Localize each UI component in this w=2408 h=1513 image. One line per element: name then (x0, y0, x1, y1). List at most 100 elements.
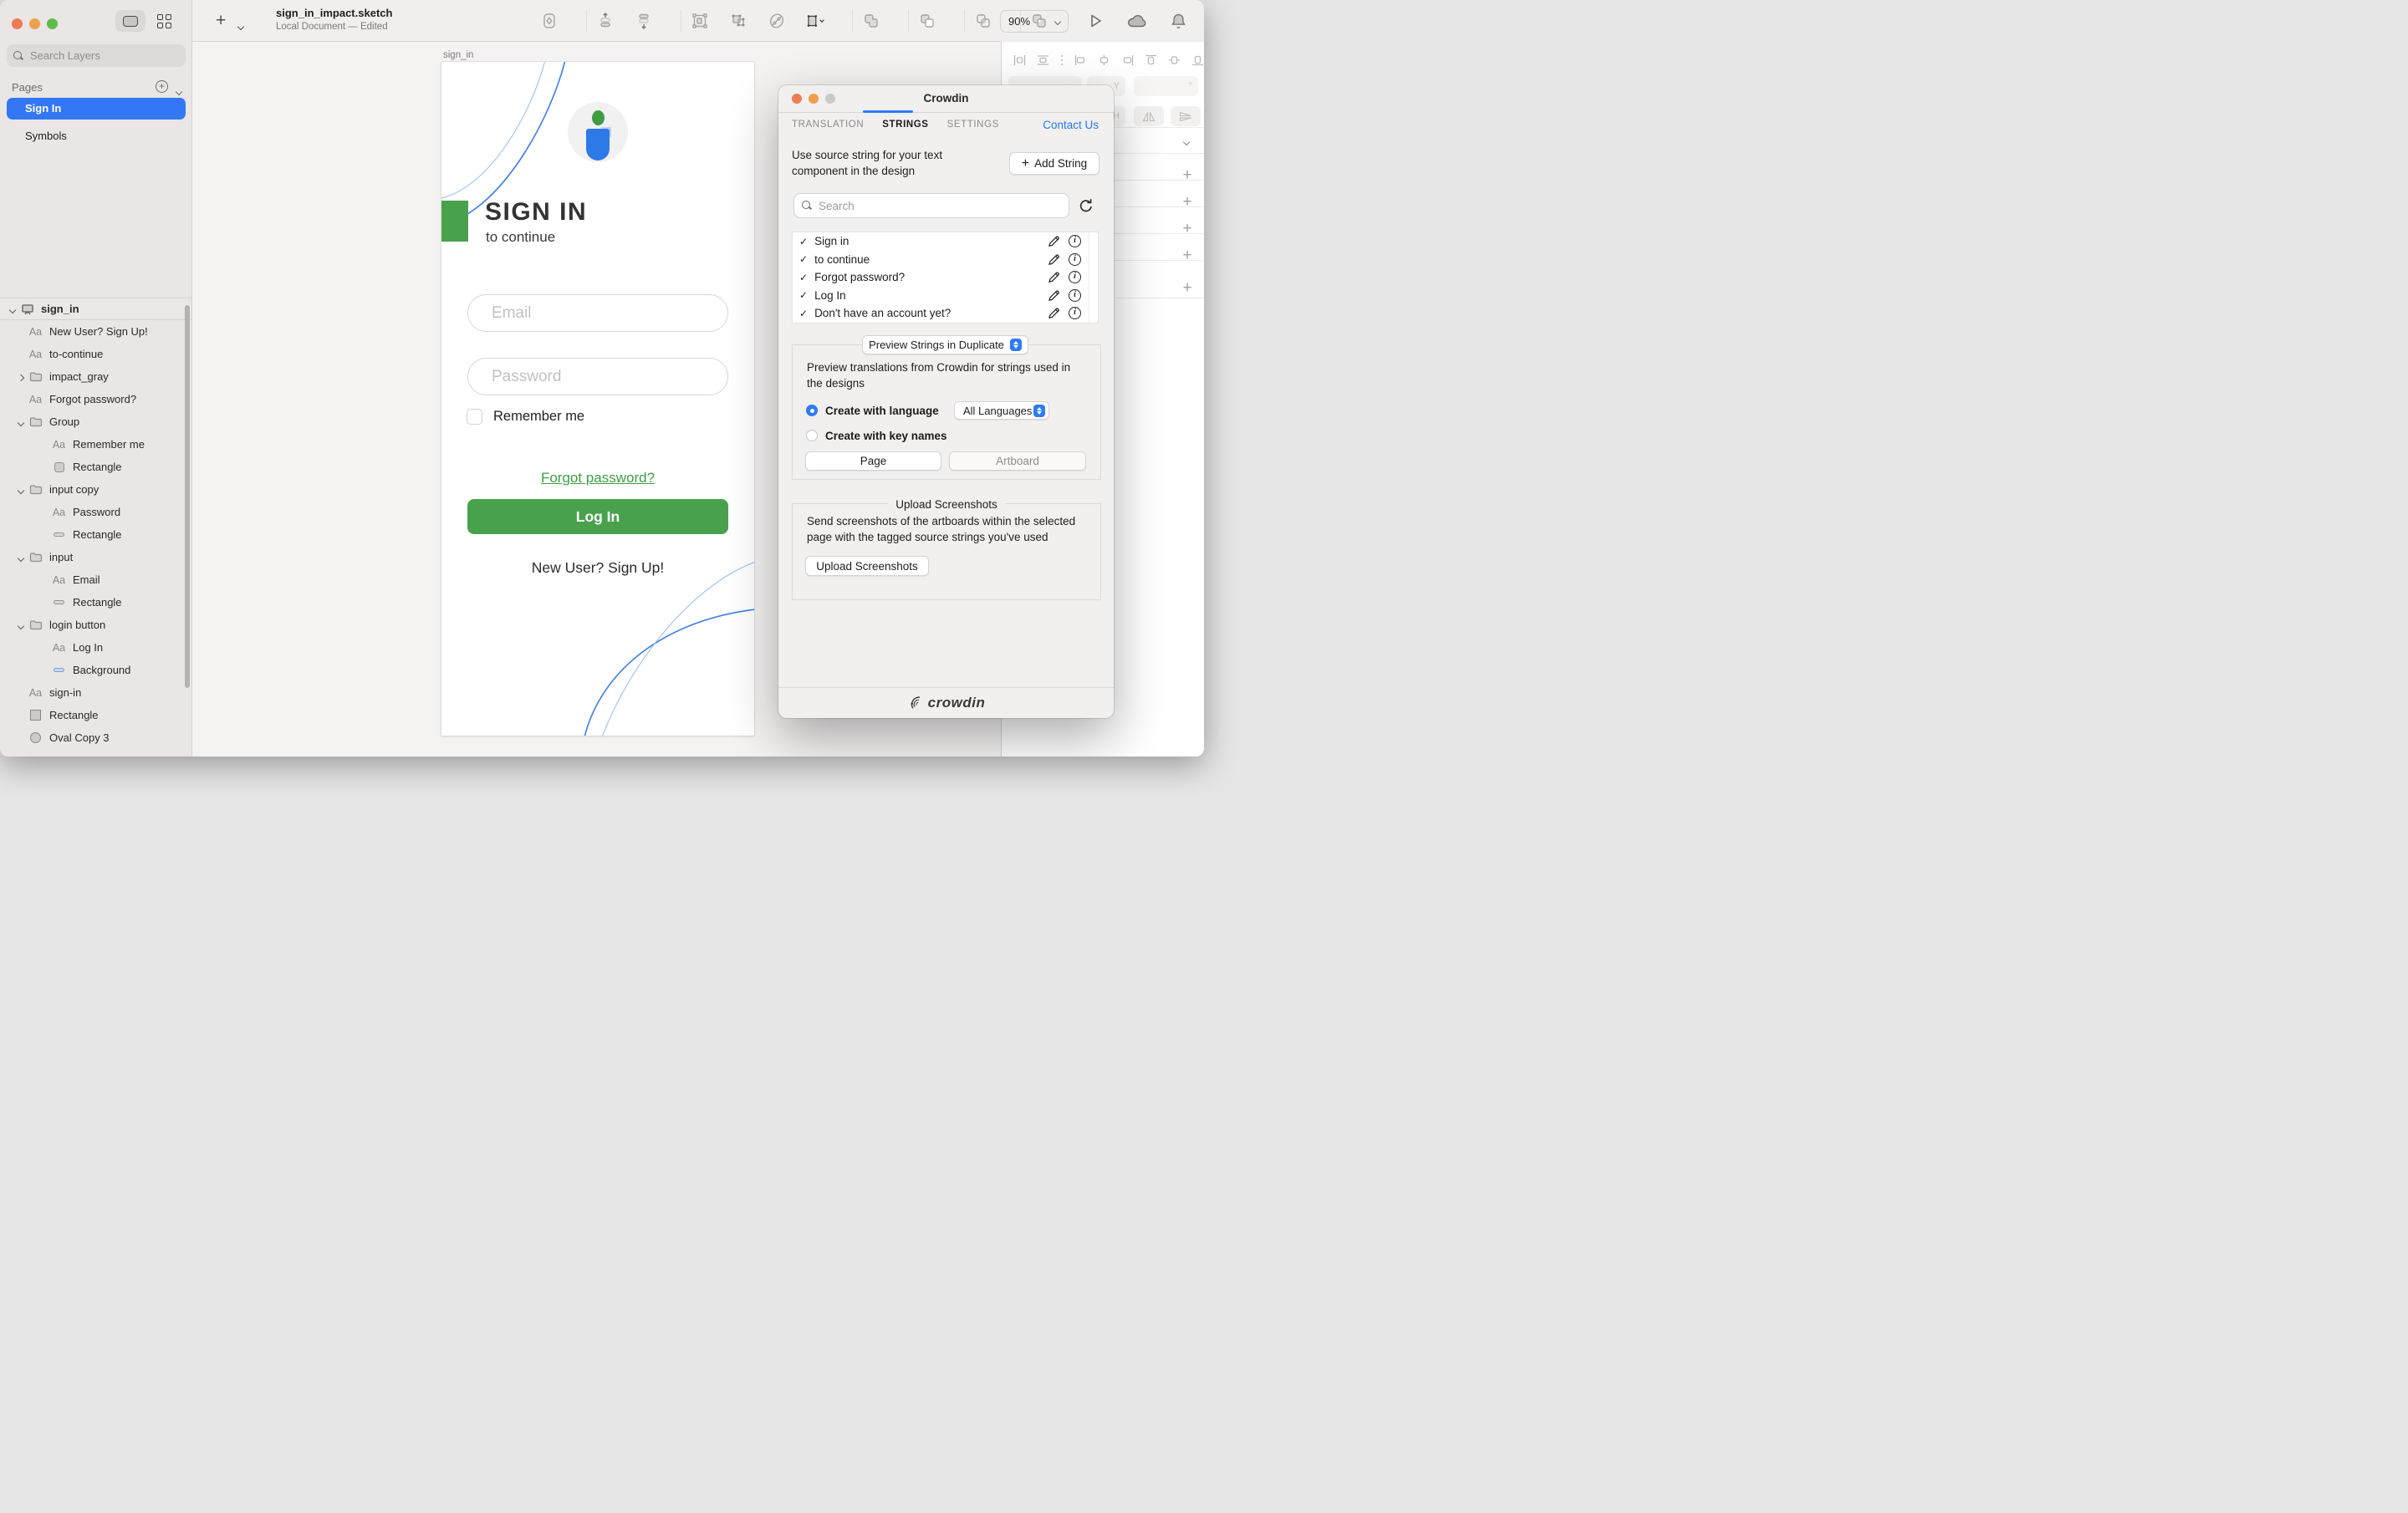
create-with-language-radio[interactable] (806, 405, 818, 416)
language-select[interactable]: All Languages (954, 401, 1049, 420)
layer-row[interactable]: AaEmail (0, 568, 191, 591)
artboard-label[interactable]: sign_in (443, 50, 473, 60)
flip-vertical-button[interactable] (1171, 106, 1201, 126)
close-button[interactable] (12, 18, 23, 29)
create-with-key-names-radio[interactable] (806, 430, 818, 441)
info-icon[interactable]: i (1069, 271, 1081, 283)
layer-row[interactable]: Aato-continue (0, 343, 191, 365)
crowdin-titlebar[interactable]: Crowdin (778, 85, 1114, 113)
flip-horizontal-button[interactable] (1134, 106, 1164, 126)
bring-forward-icon[interactable] (595, 11, 615, 31)
minimize-button[interactable] (29, 18, 40, 29)
layer-row[interactable]: impact_gray (0, 365, 191, 388)
info-icon[interactable]: i (1069, 307, 1081, 319)
add-style-icon[interactable]: + (1181, 166, 1194, 185)
zoom-button[interactable] (47, 18, 58, 29)
subtract-icon[interactable] (917, 11, 937, 31)
notifications-bell-icon[interactable] (1171, 13, 1186, 30)
distribute-vertically-icon[interactable] (1037, 54, 1049, 66)
align-left-icon[interactable] (1074, 54, 1087, 66)
insert-icon[interactable] (805, 11, 825, 31)
string-row[interactable]: ✓Don't have an account yet?i (793, 304, 1098, 323)
disclosure-down-icon[interactable] (18, 415, 23, 428)
crowdin-search-input[interactable] (817, 199, 1043, 213)
layer-row[interactable]: Background (0, 659, 191, 681)
align-bottom-icon[interactable] (1191, 54, 1204, 66)
string-row[interactable]: ✓Log Ini (793, 287, 1098, 305)
info-icon[interactable]: i (1069, 235, 1081, 247)
layer-row[interactable]: AaForgot password? (0, 388, 191, 410)
layer-row[interactable]: Oval Copy 3 (0, 726, 191, 749)
search-layers-box[interactable] (7, 44, 186, 67)
disclosure-down-icon[interactable] (18, 619, 23, 631)
info-icon[interactable]: i (1069, 289, 1081, 302)
tab-strings[interactable]: STRINGS (882, 120, 928, 130)
crowdin-search-box[interactable] (793, 193, 1069, 218)
layer-artboard-header[interactable]: sign_in (0, 298, 191, 320)
refresh-icon[interactable] (1077, 196, 1095, 215)
oval-tool-icon[interactable] (767, 11, 787, 31)
disclosure-down-icon[interactable] (18, 483, 23, 496)
cloud-share-icon[interactable] (1127, 13, 1147, 28)
edit-pencil-icon[interactable] (1047, 270, 1069, 284)
forgot-password-link[interactable]: Forgot password? (441, 470, 754, 487)
layer-row[interactable]: AaLog In (0, 636, 191, 659)
contact-us-link[interactable]: Contact Us (1043, 119, 1099, 131)
layer-row[interactable]: input (0, 546, 191, 568)
align-center-h-icon[interactable] (1098, 54, 1110, 66)
layer-row[interactable]: input copy (0, 478, 191, 501)
add-style-icon[interactable]: + (1181, 193, 1194, 211)
edit-pencil-icon[interactable] (1047, 306, 1069, 320)
tab-settings[interactable]: SETTINGS (947, 120, 999, 130)
preview-strings-dropdown[interactable]: Preview Strings in Duplicate (862, 335, 1028, 354)
sign-up-text[interactable]: New User? Sign Up! (441, 559, 754, 577)
zoom-dropdown[interactable]: 90% (1000, 10, 1069, 33)
add-style-icon[interactable]: + (1181, 279, 1194, 298)
group-icon[interactable] (690, 11, 710, 31)
layer-row[interactable]: AaRemember me (0, 433, 191, 456)
insert-plus-button[interactable]: + (216, 11, 226, 31)
add-style-icon[interactable]: + (1181, 220, 1194, 238)
layer-row[interactable]: Rectangle (0, 523, 191, 546)
artboard-button[interactable]: Artboard (949, 451, 1086, 471)
string-row[interactable]: ✓Sign ini (793, 232, 1098, 251)
symbol-icon[interactable] (539, 11, 559, 31)
intersect-icon[interactable] (973, 11, 993, 31)
sidebar-page-sign-in[interactable]: Sign In (7, 98, 186, 120)
disclosure-right-icon[interactable] (18, 370, 23, 383)
sidebar-scrollbar[interactable] (185, 305, 190, 688)
disclosure-down-icon[interactable] (18, 551, 23, 563)
pages-collapse-icon[interactable] (176, 84, 181, 99)
tab-translation[interactable]: TRANSLATION (792, 120, 864, 130)
log-in-button[interactable]: Log In (467, 499, 728, 534)
sidebar-page-symbols[interactable]: Symbols (25, 125, 67, 147)
string-row[interactable]: ✓Forgot password?i (793, 268, 1098, 287)
preview-play-icon[interactable] (1087, 13, 1104, 29)
ungroup-icon[interactable] (728, 11, 748, 31)
add-style-icon[interactable]: + (1181, 247, 1194, 265)
layer-row[interactable]: Rectangle (0, 704, 191, 726)
string-row[interactable]: ✓to continuei (793, 251, 1098, 269)
align-right-icon[interactable] (1121, 54, 1134, 66)
disclosure-down-icon[interactable] (10, 303, 15, 315)
align-middle-icon[interactable] (1168, 54, 1181, 66)
edit-pencil-icon[interactable] (1047, 252, 1069, 267)
search-layers-input[interactable] (28, 48, 154, 63)
info-icon[interactable]: i (1069, 253, 1081, 266)
insert-chevron-icon[interactable] (238, 18, 243, 33)
layer-row[interactable]: AaNew User? Sign Up! (0, 320, 191, 343)
add-string-button[interactable]: + Add String (1009, 152, 1099, 175)
page-button[interactable]: Page (805, 451, 941, 471)
add-page-icon[interactable]: + (156, 80, 168, 93)
layer-row[interactable]: Rectangle (0, 456, 191, 478)
layer-row[interactable]: Aasign-in (0, 681, 191, 704)
password-field[interactable] (467, 358, 728, 395)
edit-pencil-icon[interactable] (1047, 234, 1069, 248)
distribute-horizontally-icon[interactable] (1013, 54, 1026, 66)
email-field[interactable] (467, 294, 728, 332)
section-collapse-icon[interactable] (1184, 134, 1189, 149)
upload-screenshots-button[interactable]: Upload Screenshots (805, 556, 929, 576)
union-icon[interactable] (861, 11, 881, 31)
layer-row[interactable]: login button (0, 614, 191, 636)
layer-row[interactable]: Rectangle (0, 591, 191, 614)
